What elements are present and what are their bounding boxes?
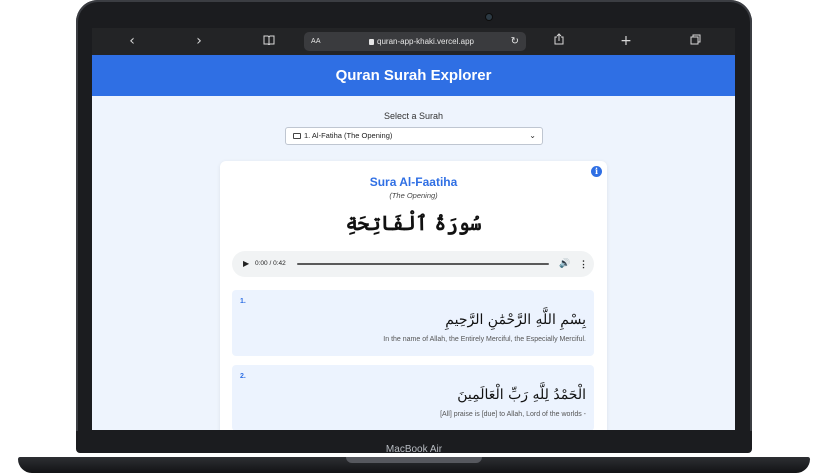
ayah-item: 2. الْحَمْدُ لِلَّهِ رَبِّ الْعَالَمِينَ…: [232, 365, 594, 430]
forward-button[interactable]: ›: [189, 32, 209, 50]
laptop-base: MacBook Air: [0, 431, 828, 475]
ayah-translation: [All] praise is [due] to Allah, Lord of …: [440, 411, 586, 418]
more-options-icon[interactable]: ⋮: [579, 251, 588, 277]
play-button[interactable]: ▶: [243, 251, 249, 277]
ayah-number: 2.: [240, 373, 246, 380]
device-label: MacBook Air: [385, 444, 443, 455]
back-button[interactable]: ‹: [122, 32, 142, 50]
ayah-arabic: بِسْمِ اللَّهِ الرَّحْمَٰنِ الرَّحِيمِ: [445, 312, 586, 328]
audio-player: ▶ 0:00 / 0:42 🔊 ⋮: [232, 251, 594, 277]
laptop-screen: ‹ › AA quran-app-khaki.vercel.app ↻ + Qu…: [92, 28, 735, 430]
ayah-arabic: الْحَمْدُ لِلَّهِ رَبِّ الْعَالَمِينَ: [457, 387, 586, 403]
new-tab-icon[interactable]: +: [616, 32, 636, 50]
book-icon[interactable]: [259, 32, 279, 50]
ayah-item: 1. بِسْمِ اللَّهِ الرَّحْمَٰنِ الرَّحِيم…: [232, 290, 594, 356]
laptop-notch: [346, 457, 482, 463]
text-size-button[interactable]: AA: [311, 32, 321, 51]
surah-select-value: 1. Al-Fatiha (The Opening): [304, 131, 393, 140]
share-icon[interactable]: [549, 32, 569, 50]
tabs-icon[interactable]: [685, 32, 705, 50]
volume-icon[interactable]: 🔊: [559, 251, 570, 277]
browser-toolbar: ‹ › AA quran-app-khaki.vercel.app ↻ +: [92, 28, 735, 55]
lock-icon: [369, 39, 375, 45]
audio-time: 0:00 / 0:42: [255, 260, 286, 267]
surah-select[interactable]: 1. Al-Fatiha (The Opening) ⌄: [285, 127, 543, 145]
camera-icon: [486, 14, 492, 20]
surah-select-label: Select a Surah: [383, 111, 444, 121]
reload-icon[interactable]: ↻: [511, 32, 519, 51]
app-header: Quran Surah Explorer: [92, 55, 735, 96]
book-icon: [293, 133, 301, 139]
audio-progress-slider[interactable]: [297, 263, 549, 265]
surah-subtitle: (The Opening): [389, 191, 438, 200]
ayah-translation: In the name of Allah, the Entirely Merci…: [383, 336, 586, 343]
chevron-down-icon: ⌄: [529, 131, 536, 140]
ayah-number: 1.: [240, 298, 246, 305]
laptop-mockup: ‹ › AA quran-app-khaki.vercel.app ↻ + Qu…: [0, 0, 828, 475]
surah-title: Sura Al-Faatiha: [369, 175, 458, 189]
surah-arabic-name: سُورَةُ ٱلْفَاتِحَةِ: [345, 211, 482, 235]
url-text: quran-app-khaki.vercel.app: [377, 37, 474, 46]
surah-card: i Sura Al-Faatiha (The Opening) سُورَةُ …: [220, 161, 607, 430]
address-bar[interactable]: AA quran-app-khaki.vercel.app ↻: [304, 32, 526, 51]
